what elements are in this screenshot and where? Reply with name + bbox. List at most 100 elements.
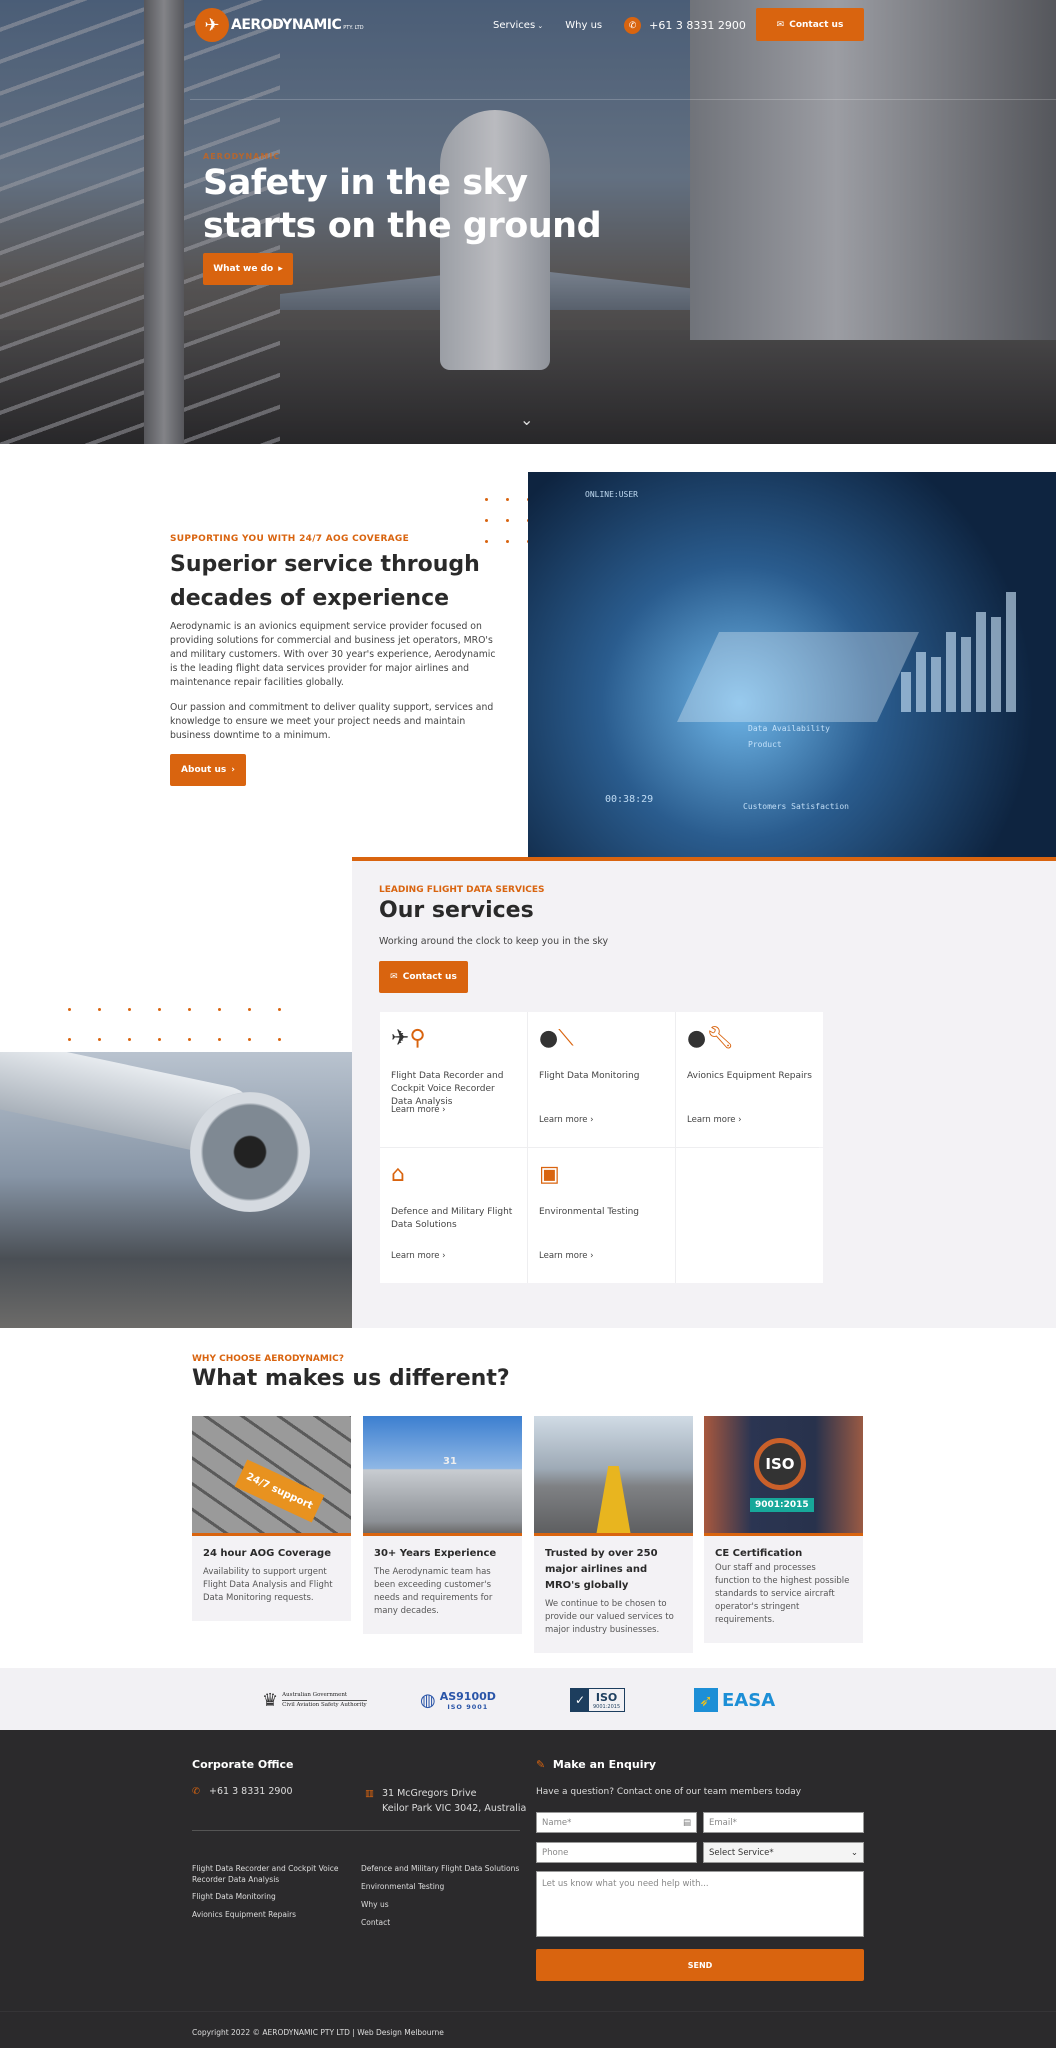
service-card[interactable]: ▣ Environmental Testing Learn more › (528, 1148, 675, 1283)
learn-more-link[interactable]: Learn more › (391, 1105, 446, 1115)
phone-input[interactable]: Phone (536, 1842, 697, 1863)
service-card[interactable]: ⌂ Defence and Military Flight Data Soluti… (380, 1148, 527, 1283)
header-contact-button[interactable]: ✉ Contact us (756, 8, 864, 41)
service-name: Environmental Testing (539, 1207, 639, 1217)
logo[interactable]: ✈ AERODYNAMIC PTY. LTD (195, 8, 364, 42)
copyright-text: Copyright 2022 © AERODYNAMIC PTY LTD | W… (192, 2028, 444, 2037)
iso-seal: ISO (754, 1438, 806, 1490)
hud-bars (901, 582, 1016, 712)
nav-why-us[interactable]: Why us (565, 20, 602, 31)
iso-image: ISO 9001:2015 (704, 1416, 863, 1536)
card-title: 30+ Years Experience (374, 1548, 497, 1559)
logo-text: AERODYNAMIC (231, 17, 342, 33)
scroll-down-chevron-icon[interactable]: ⌄ (520, 410, 533, 429)
enquiry-subtitle: Have a question? Contact one of our team… (536, 1787, 802, 1797)
card-text: The Aerodynamic team has been exceeding … (374, 1567, 493, 1616)
name-input[interactable]: Name* ▤ (536, 1812, 697, 1833)
chevron-down-icon: ⌄ (850, 1847, 858, 1858)
service-card[interactable]: ●⟍ Flight Data Monitoring Learn more › (528, 1012, 675, 1147)
email-input[interactable]: Email* (703, 1812, 864, 1833)
bird-icon: ➶ (694, 1688, 718, 1712)
what-we-do-button[interactable]: What we do ▸ (203, 253, 293, 285)
learn-more-link[interactable]: Learn more › (391, 1251, 446, 1261)
send-button[interactable]: SEND (536, 1949, 864, 1981)
envelope-icon: ✉ (776, 19, 785, 30)
envelope-icon: ✉ (390, 972, 398, 982)
service-card[interactable]: ✈⚲ Flight Data Recorder and Cockpit Voice… (380, 1012, 527, 1147)
header-contact-label: Contact us (789, 19, 844, 30)
phone-icon: ✆ (192, 1786, 200, 1797)
footer-link[interactable]: Defence and Military Flight Data Solutio… (361, 1863, 521, 1874)
iso-line2: 9001:2015 (593, 1703, 621, 1710)
feature-card: ISO 9001:2015 CE Certification Our staff a… (704, 1416, 863, 1643)
copyright-divider (0, 2011, 1056, 2012)
about-us-button[interactable]: About us › (170, 754, 246, 786)
learn-more-label: Learn more (539, 1115, 588, 1125)
nav-services-label: Services (493, 20, 536, 31)
support-key: 24/7 support (234, 1459, 325, 1523)
as9100-line2: ISO 9001 (447, 1702, 489, 1711)
header-divider (190, 99, 1056, 100)
enquiry-title-text: Make an Enquiry (552, 1758, 657, 1771)
about-paragraph-2: Our passion and commitment to deliver qu… (170, 702, 494, 741)
services-subtitle: Working around the clock to keep you in … (379, 936, 609, 947)
services-grid: ✈⚲ Flight Data Recorder and Cockpit Voice… (380, 1012, 823, 1283)
footer-link[interactable]: Environmental Testing (361, 1881, 521, 1892)
hud-text: Product (748, 740, 782, 749)
footer-link[interactable]: Avionics Equipment Repairs (192, 1909, 342, 1920)
learn-more-link[interactable]: Learn more › (539, 1251, 594, 1261)
learn-more-link[interactable]: Learn more › (687, 1115, 742, 1125)
logo-suffix: PTY. LTD (343, 25, 364, 31)
hud-text: ONLINE:USER (585, 490, 638, 499)
as9100-logo: ◍ AS9100D ISO 9001 (420, 1688, 496, 1712)
service-card[interactable]: ●🔧︎ Avionics Equipment Repairs Learn more … (676, 1012, 823, 1147)
hangar-plane-icon: ⌂ (391, 1162, 405, 1187)
chevron-right-icon: › (231, 765, 235, 775)
services-contact-label: Contact us (402, 972, 457, 982)
services-title: Our services (379, 898, 534, 923)
footer: Corporate Office ✆ +61 3 8331 2900 ▥ 31 M… (0, 1730, 1056, 2048)
easa-logo: ➶ EASA (694, 1688, 775, 1712)
as9100-line1: AS9100D (439, 1689, 496, 1703)
easa-text: EASA (722, 1689, 776, 1711)
phone-icon: ✆ (624, 17, 642, 34)
address-line2: Keilor Park VIC 3042, Australia (381, 1803, 527, 1814)
card-title: 24 hour AOG Coverage (203, 1548, 331, 1559)
message-textarea[interactable]: Let us know what you need help with... (536, 1871, 864, 1937)
decorative-dots (485, 498, 530, 543)
footer-address: ▥ 31 McGregors Drive Keilor Park VIC 3042,… (365, 1786, 526, 1816)
footer-phone[interactable]: ✆ +61 3 8331 2900 (192, 1786, 293, 1797)
learn-more-label: Learn more (391, 1105, 440, 1115)
footer-link[interactable]: Flight Data Monitoring (192, 1891, 342, 1902)
card-text: Our staff and processes function to the … (715, 1563, 850, 1625)
plane-logo-icon: ✈ (195, 8, 229, 42)
about-us-label: About us (181, 765, 227, 775)
learn-more-link[interactable]: Learn more › (539, 1115, 594, 1125)
card-text: We continue to be chosen to provide our … (545, 1599, 674, 1635)
services-image-jet-engine (0, 1052, 352, 1328)
building-number: 31 (443, 1456, 457, 1467)
header-phone[interactable]: ✆ +61 3 8331 2900 (624, 17, 746, 34)
why-eyebrow: WHY CHOOSE AERODYNAMIC? (192, 1354, 344, 1364)
hero-title-line2: starts on the ground (203, 206, 602, 246)
iso-badge: 9001:2015 (750, 1498, 814, 1512)
header-phone-number: +61 3 8331 2900 (649, 19, 746, 32)
learn-more-label: Learn more (539, 1251, 588, 1261)
card-title: CE Certification (715, 1548, 803, 1559)
footer-links-col1: Flight Data Recorder and Cockpit Voice R… (192, 1863, 342, 1920)
iso-logo: ✓ ISO 9001:2015 (570, 1688, 626, 1712)
footer-link[interactable]: Flight Data Recorder and Cockpit Voice R… (192, 1863, 342, 1885)
office-title: Corporate Office (192, 1758, 294, 1771)
stacked-plane-icon: ▣ (539, 1162, 560, 1187)
feature-card: Trusted by over 250 major airlines and M… (534, 1416, 693, 1653)
footer-link[interactable]: Contact (361, 1917, 521, 1928)
nav-services[interactable]: Services ⌄ (493, 20, 543, 31)
name-placeholder: Name* (542, 1817, 572, 1828)
services-contact-button[interactable]: ✉ Contact us (379, 961, 468, 993)
enquiry-title: ✎ Make an Enquiry (536, 1758, 656, 1771)
casa-line2: Civil Aviation Safety Authority (282, 1701, 367, 1708)
footer-link[interactable]: Why us (361, 1899, 521, 1910)
about-eyebrow: SUPPORTING YOU WITH 24/7 AOG COVERAGE (170, 534, 410, 544)
service-select[interactable]: Select Service* ⌄ (703, 1842, 864, 1863)
plane-wrench-icon: ●🔧︎ (687, 1026, 735, 1051)
